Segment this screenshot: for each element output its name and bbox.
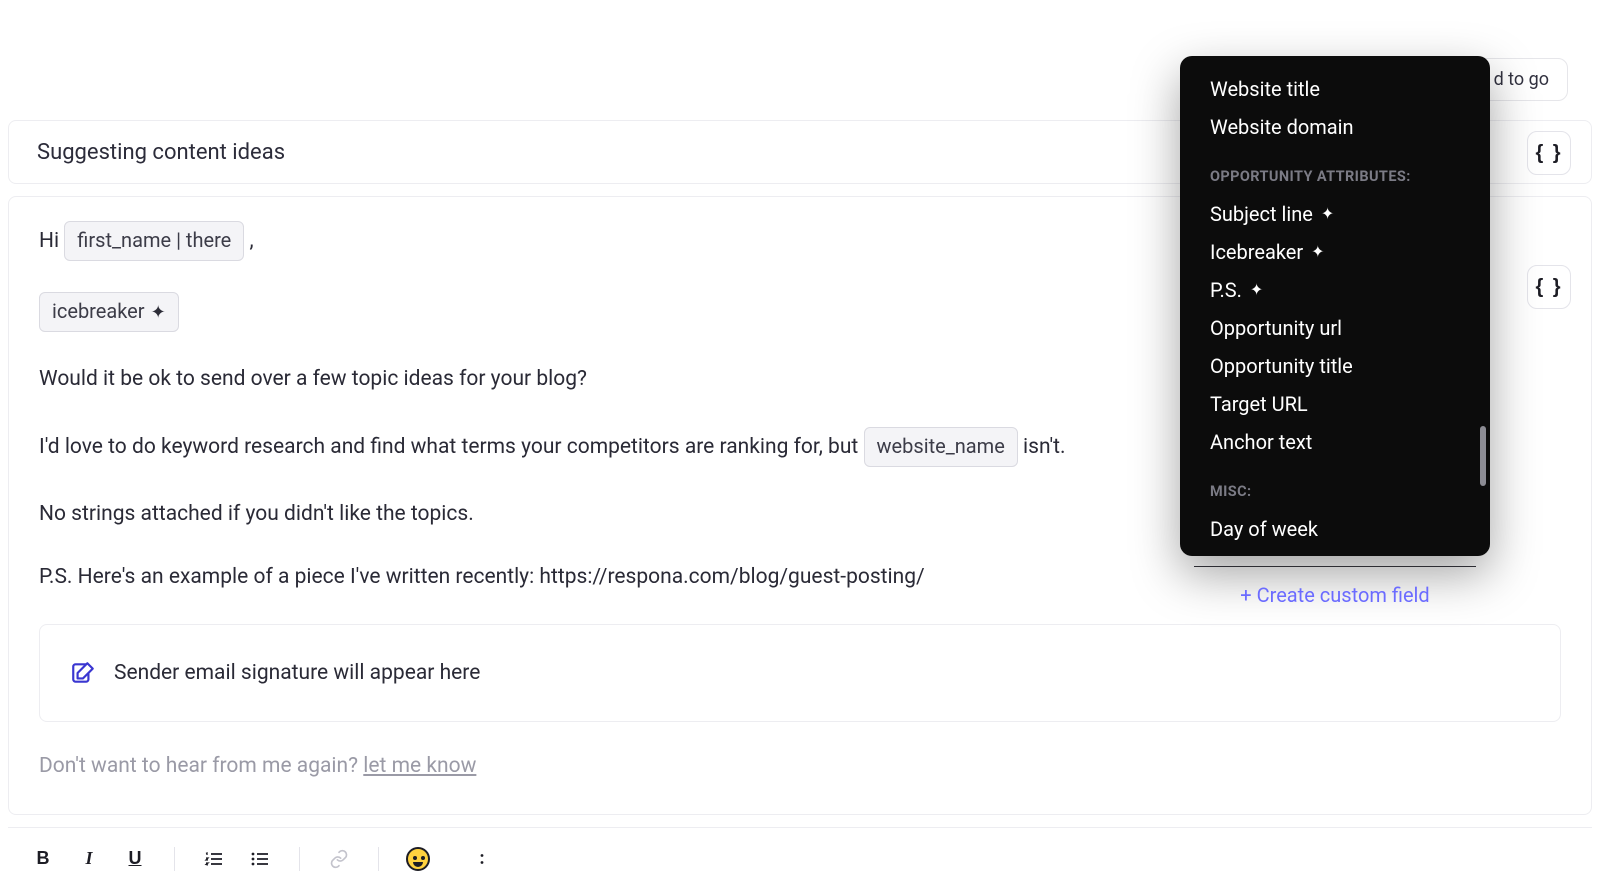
chip-icebreaker-label: icebreaker bbox=[52, 299, 145, 323]
variables-dropdown: Website titleWebsite domain OPPORTUNITY … bbox=[1180, 56, 1490, 556]
greeting-suffix: , bbox=[244, 229, 253, 253]
create-custom-field-button[interactable]: + Create custom field bbox=[1180, 567, 1490, 625]
variable-option[interactable]: P.S.✦ bbox=[1180, 271, 1490, 309]
unsubscribe-link[interactable]: let me know bbox=[363, 754, 476, 778]
sparkle-icon: ✦ bbox=[1250, 282, 1263, 298]
signature-box[interactable]: Sender email signature will appear here bbox=[39, 624, 1561, 723]
emoji-button[interactable] bbox=[405, 846, 431, 872]
toolbar-separator bbox=[378, 847, 379, 871]
editor-toolbar: B I U bbox=[8, 827, 1592, 889]
unsubscribe-lead: Don't want to hear from me again? bbox=[39, 754, 363, 778]
dropdown-section-misc: MISC: bbox=[1180, 461, 1490, 510]
sparkle-icon: ✦ bbox=[151, 304, 166, 322]
ordered-list-button[interactable] bbox=[201, 846, 227, 872]
dropdown-scrollbar[interactable] bbox=[1480, 426, 1486, 486]
variable-option[interactable]: Opportunity title bbox=[1180, 347, 1490, 385]
sparkle-icon: ✦ bbox=[1321, 206, 1334, 222]
chip-icebreaker[interactable]: icebreaker ✦ bbox=[39, 292, 179, 332]
unordered-list-button[interactable] bbox=[247, 846, 273, 872]
toolbar-separator bbox=[174, 847, 175, 871]
signature-placeholder: Sender email signature will appear here bbox=[114, 657, 480, 690]
variable-option[interactable]: Target URL bbox=[1180, 385, 1490, 423]
chip-first-name[interactable]: first_name | there bbox=[64, 221, 244, 261]
more-button[interactable] bbox=[469, 846, 495, 872]
chip-website-name[interactable]: website_name bbox=[864, 427, 1018, 467]
unsubscribe-line: Don't want to hear from me again? let me… bbox=[39, 750, 1561, 783]
insert-variable-button-subject[interactable]: { } bbox=[1527, 131, 1571, 175]
insert-variable-button-body[interactable]: { } bbox=[1527, 265, 1571, 309]
link-button[interactable] bbox=[326, 846, 352, 872]
variable-option[interactable]: Opportunity url bbox=[1180, 309, 1490, 347]
italic-button[interactable]: I bbox=[76, 846, 102, 872]
edit-signature-icon bbox=[70, 660, 96, 686]
subject-text[interactable]: Suggesting content ideas bbox=[37, 140, 285, 165]
variable-option[interactable]: Anchor text bbox=[1180, 423, 1490, 461]
variable-option[interactable]: Icebreaker✦ bbox=[1180, 233, 1490, 271]
emoji-icon bbox=[406, 847, 430, 871]
underline-button[interactable]: U bbox=[122, 846, 148, 872]
sparkle-icon: ✦ bbox=[1311, 244, 1324, 260]
variable-option[interactable]: Subject line✦ bbox=[1180, 195, 1490, 233]
variable-option[interactable]: Website domain bbox=[1180, 108, 1490, 146]
body-p2-pre: I'd love to do keyword research and find… bbox=[39, 435, 864, 459]
greeting-prefix: Hi bbox=[39, 229, 64, 253]
toolbar-separator bbox=[299, 847, 300, 871]
body-p2-post: isn't. bbox=[1018, 435, 1066, 459]
variable-option[interactable]: Website title bbox=[1180, 70, 1490, 108]
bold-button[interactable]: B bbox=[30, 846, 56, 872]
variable-option[interactable]: Day of week bbox=[1180, 510, 1490, 548]
dropdown-section-opportunity: OPPORTUNITY ATTRIBUTES: bbox=[1180, 146, 1490, 195]
